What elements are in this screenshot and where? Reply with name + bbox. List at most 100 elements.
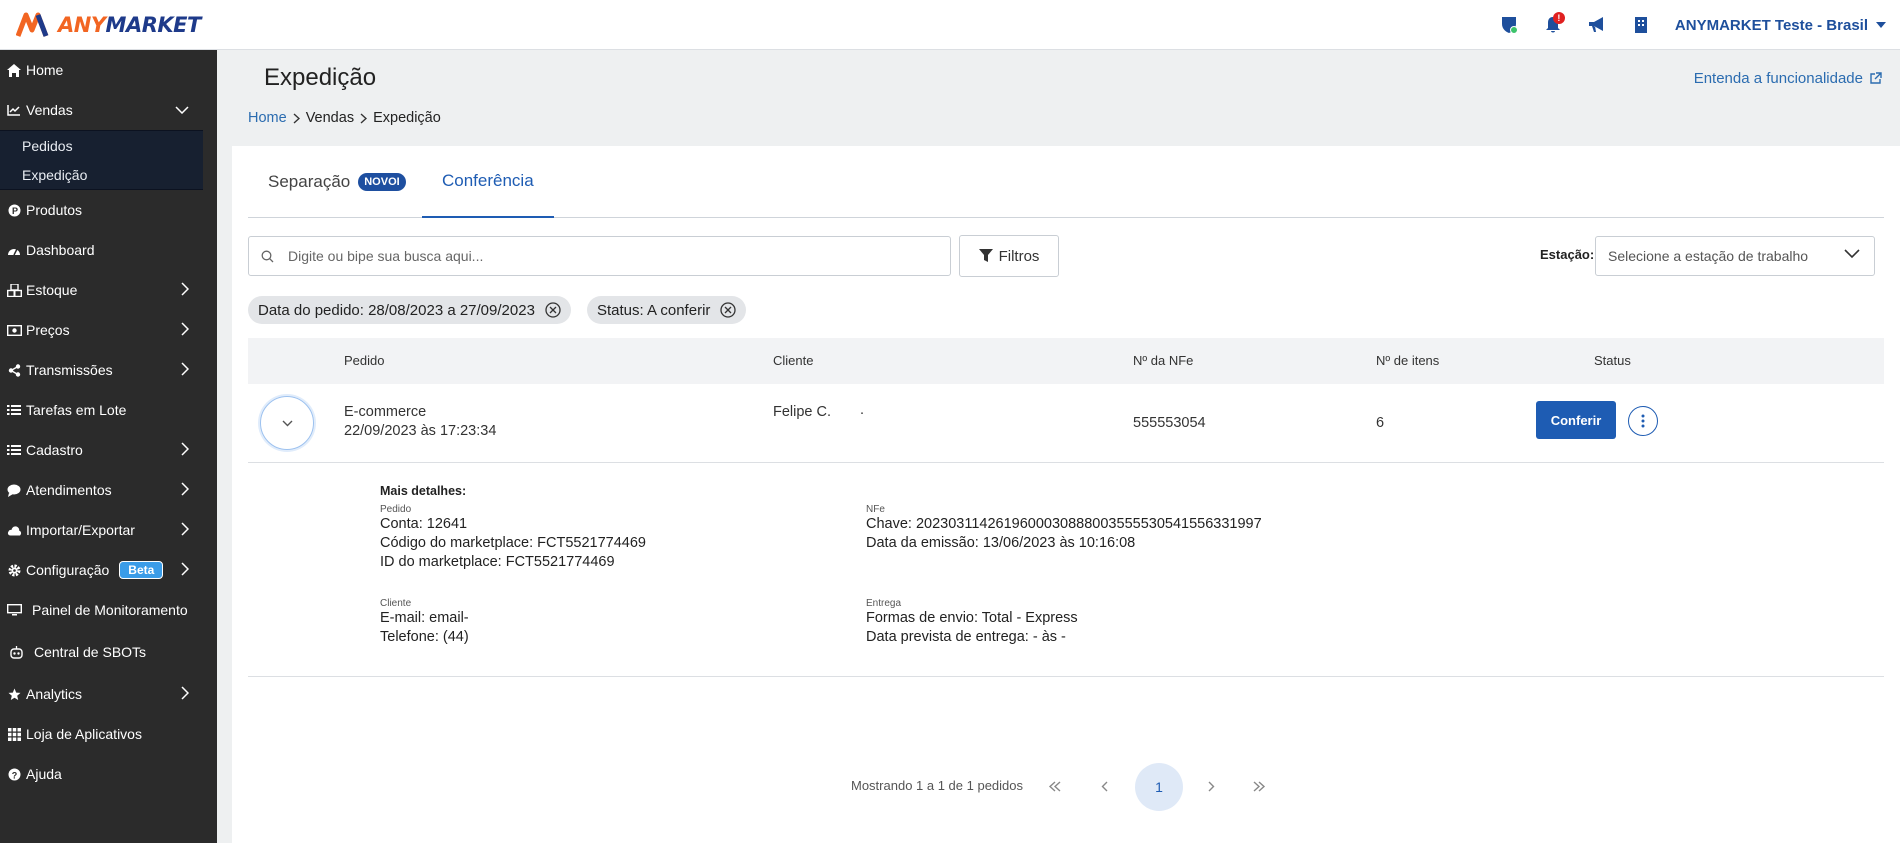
table-header: Pedido Cliente Nº da NFe Nº de itens Sta… [248, 338, 1884, 384]
sidebar-item-tarefas-em-lote[interactable]: Tarefas em Lote [0, 390, 217, 430]
filters-button[interactable]: Filtros [959, 235, 1059, 277]
sidebar-item-home[interactable]: Home [0, 50, 217, 90]
details-entrega-label: Entrega [866, 598, 902, 609]
chart-line-icon [6, 102, 22, 118]
robot-icon [8, 644, 24, 660]
caret-down-icon [1876, 22, 1886, 28]
chevron-left-icon [1101, 781, 1108, 791]
last-page-button[interactable] [1242, 769, 1276, 803]
top-bar: ANYMARKET ! ANYMARKET Teste - Brasil [0, 0, 1900, 50]
details-title: Mais detalhes: [380, 484, 467, 498]
sidebar-item-configuracao[interactable]: Configuração Beta [0, 550, 217, 590]
search-input[interactable] [288, 248, 888, 264]
tabs: Separação NOVOI Conferência [248, 146, 1884, 218]
bell-icon[interactable]: ! [1531, 0, 1575, 50]
chevron-down-icon [282, 420, 292, 426]
home-icon [6, 62, 22, 78]
item-count: 6 [1376, 415, 1385, 431]
page-title: Expedição [264, 64, 377, 91]
search-box [248, 236, 951, 276]
column-header-pedido: Pedido [344, 353, 385, 368]
sidebar-item-expedicao[interactable]: Expedição [0, 160, 203, 189]
sidebar-item-cadastro[interactable]: Cadastro [0, 430, 217, 470]
breadcrumb: Home Vendas Expedição [248, 110, 441, 126]
details-pedido-line: Conta: 12641 [380, 516, 468, 532]
filter-icon [978, 249, 993, 262]
online-status-dot [1509, 26, 1518, 34]
filter-chip-date: Data do pedido: 28/08/2023 a 27/09/2023 [248, 296, 571, 324]
chevron-right-icon [181, 442, 189, 456]
order-channel: E-commerce [344, 404, 427, 420]
chevron-down-icon [1844, 249, 1860, 259]
sidebar-item-loja-de-aplicativos[interactable]: Loja de Aplicativos [0, 714, 217, 754]
main-card: Separação NOVOI Conferência Filtros Esta… [232, 146, 1900, 843]
monitor-icon [6, 602, 22, 618]
order-date: 22/09/2023 às 17:23:34 [344, 423, 497, 439]
details-cliente-line: E-mail: email- [380, 610, 469, 626]
question-icon: ? [6, 766, 22, 782]
cloud-icon [6, 522, 22, 538]
details-pedido-label: Pedido [380, 504, 412, 515]
list-icon [6, 402, 22, 418]
column-header-cliente: Cliente [773, 353, 814, 368]
svg-text:P: P [12, 206, 18, 216]
account-name: ANYMARKET Teste - Brasil [1674, 16, 1868, 34]
sidebar-item-transmissoes[interactable]: Transmissões [0, 350, 217, 390]
tab-separacao[interactable]: Separação NOVOI [268, 146, 406, 218]
help-link[interactable]: Entenda a funcionalidade [1694, 70, 1882, 87]
pagination: Mostrando 1 a 1 de 1 pedidos 1 [232, 761, 1900, 811]
breadcrumb-expedicao: Expedição [373, 110, 441, 126]
details-nfe-line: Data da emissão: 13/06/2023 às 10:16:08 [866, 535, 1136, 551]
shield-status-icon[interactable] [1487, 0, 1531, 50]
previous-page-button[interactable] [1088, 769, 1122, 803]
page-number-button[interactable]: 1 [1135, 763, 1183, 811]
details-entrega-line: Formas de envio: Total - Express [866, 610, 1078, 626]
sidebar-item-dashboard[interactable]: Dashboard [0, 230, 217, 270]
close-circle-icon[interactable] [545, 302, 561, 318]
external-link-icon [1870, 72, 1882, 84]
expand-row-button[interactable] [260, 396, 314, 450]
conferir-button[interactable]: Conferir [1536, 401, 1616, 439]
chevron-right-icon [293, 112, 300, 124]
boxes-icon [6, 282, 22, 298]
tab-conferencia[interactable]: Conferência [422, 146, 554, 218]
svg-text:?: ? [11, 770, 16, 780]
breadcrumb-home[interactable]: Home [248, 110, 287, 126]
sidebar-item-vendas[interactable]: Vendas [0, 90, 217, 130]
sidebar-item-atendimentos[interactable]: Atendimentos [0, 470, 217, 510]
sidebar-item-pedidos[interactable]: Pedidos [0, 131, 203, 160]
sidebar-item-central-de-sbots[interactable]: Central de SBOTs [0, 630, 217, 674]
first-page-button[interactable] [1038, 769, 1072, 803]
building-icon[interactable] [1619, 0, 1663, 50]
notification-badge: ! [1552, 12, 1565, 24]
sidebar-item-estoque[interactable]: Estoque [0, 270, 217, 310]
star-icon [6, 686, 22, 702]
beta-badge: Beta [119, 561, 164, 579]
station-select[interactable]: Selecione a estação de trabalho [1595, 236, 1875, 276]
double-chevron-right-icon [1253, 780, 1266, 792]
account-menu[interactable]: ANYMARKET Teste - Brasil [1675, 17, 1886, 34]
next-page-button[interactable] [1194, 769, 1228, 803]
breadcrumb-vendas[interactable]: Vendas [306, 110, 354, 126]
sidebar-item-precos[interactable]: Preços [0, 310, 217, 350]
sidebar-item-produtos[interactable]: P Produtos [0, 190, 217, 230]
sidebar-item-ajuda[interactable]: ? Ajuda [0, 754, 217, 794]
logo-text: ANYMARKET [58, 12, 201, 37]
chevron-right-icon [360, 112, 368, 124]
new-badge: NOVOI [358, 173, 406, 191]
chevron-right-icon [181, 562, 189, 576]
anymarket-logo[interactable]: ANYMARKET [16, 12, 201, 38]
chevron-right-icon [181, 522, 189, 536]
sidebar-item-analytics[interactable]: Analytics [0, 674, 217, 714]
sidebar-item-importar-exportar[interactable]: Importar/Exportar [0, 510, 217, 550]
chevron-right-icon [181, 482, 189, 496]
logo-mark-icon [16, 12, 49, 37]
pagination-info: Mostrando 1 a 1 de 1 pedidos [851, 778, 1024, 793]
chevron-right-icon [181, 362, 189, 376]
station-label: Estação: [1540, 247, 1595, 262]
client-name-extra: . [860, 402, 865, 418]
more-options-button[interactable] [1628, 406, 1658, 436]
sidebar-item-painel-de-monitoramento[interactable]: Painel de Monitoramento [0, 590, 217, 630]
megaphone-icon[interactable] [1575, 0, 1619, 50]
close-circle-icon[interactable] [720, 302, 737, 318]
